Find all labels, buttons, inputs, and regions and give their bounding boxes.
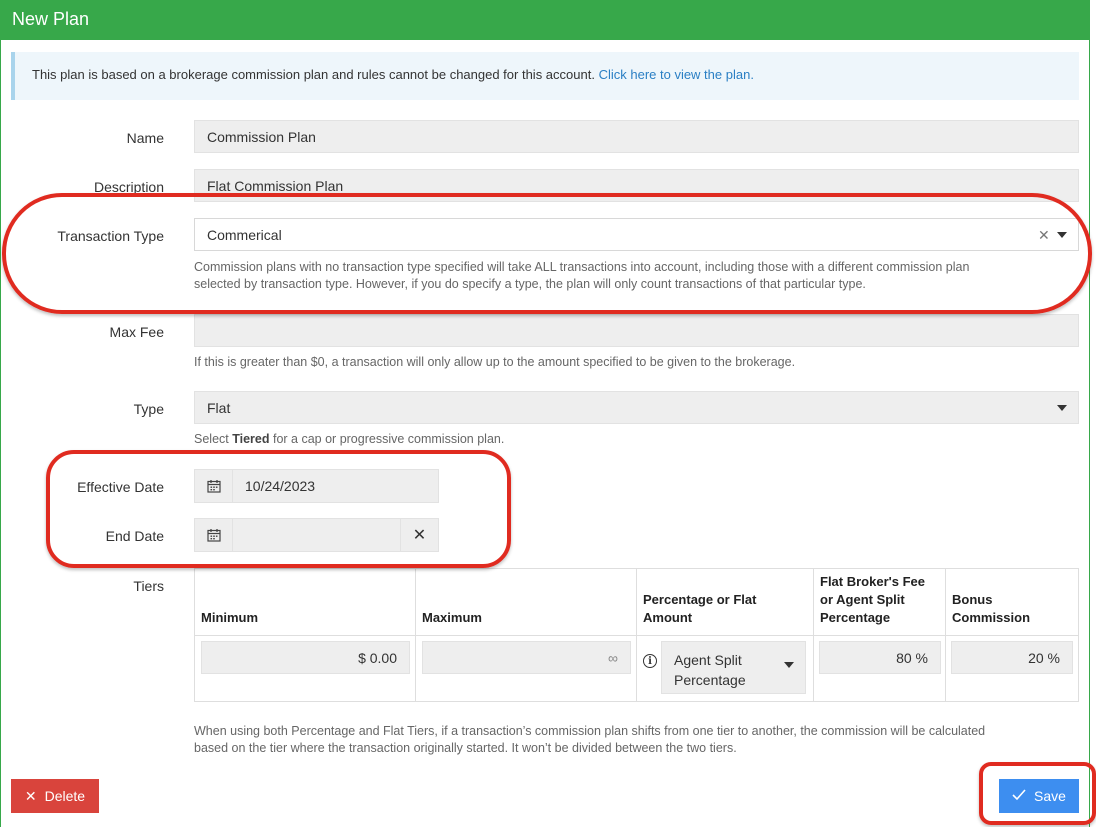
type-value: Flat	[207, 399, 231, 416]
end-date-label: End Date	[105, 528, 164, 544]
transaction-type-help: Commission plans with no transaction typ…	[194, 260, 970, 291]
info-icon[interactable]: i	[643, 654, 657, 668]
maximum-input[interactable]: ∞	[422, 641, 631, 674]
type-help: Select Tiered for a cap or progressive c…	[194, 432, 505, 446]
column-header-bonus-commission: Bonus Commission	[946, 569, 1078, 636]
tiers-table: Minimum Maximum Percentage or Flat Amount…	[194, 568, 1079, 702]
caret-down-icon[interactable]	[1057, 232, 1067, 238]
close-icon[interactable]: ✕	[400, 519, 438, 551]
minimum-input[interactable]: $ 0.00	[201, 641, 410, 674]
caret-down-icon[interactable]	[1057, 405, 1067, 411]
tiers-help: When using both Percentage and Flat Tier…	[194, 724, 986, 755]
modal-title: New Plan	[12, 9, 90, 29]
column-header-maximum: Maximum	[416, 569, 637, 636]
info-notice: This plan is based on a brokerage commis…	[11, 52, 1079, 100]
caret-down-icon	[784, 662, 794, 668]
description-field[interactable]: Flat Commission Plan	[194, 169, 1079, 202]
transaction-type-value: Commerical	[207, 226, 282, 243]
tiers-label: Tiers	[133, 578, 164, 594]
description-label: Description	[93, 179, 164, 195]
delete-button[interactable]: ✕ Delete	[11, 779, 99, 813]
effective-date-label: Effective Date	[77, 479, 164, 495]
effective-date-picker: 10/24/2023	[194, 469, 439, 503]
modal-frame	[0, 40, 1090, 827]
column-header-broker-fee: Flat Broker's Fee or Agent Split Percentag…	[814, 569, 946, 636]
check-icon	[1012, 788, 1026, 804]
table-row: $ 0.00	[195, 636, 416, 702]
percentage-or-flat-select[interactable]: Agent Split Percentage	[661, 641, 806, 694]
modal-header: New Plan	[0, 0, 1090, 40]
name-label: Name	[126, 130, 164, 146]
max-fee-field[interactable]	[194, 314, 1079, 347]
bonus-commission-input[interactable]: 20 %	[951, 641, 1073, 674]
notice-text: This plan is based on a brokerage commis…	[32, 67, 595, 82]
name-field[interactable]: Commission Plan	[194, 120, 1079, 153]
end-date-picker: ✕	[194, 518, 439, 552]
end-date-input[interactable]	[233, 519, 399, 551]
calendar-icon[interactable]	[195, 470, 233, 502]
column-header-minimum: Minimum	[195, 569, 416, 636]
effective-date-input[interactable]: 10/24/2023	[233, 470, 438, 502]
close-icon: ✕	[24, 787, 37, 804]
type-label: Type	[133, 401, 164, 417]
view-plan-link[interactable]: Click here to view the plan.	[599, 67, 754, 82]
close-icon[interactable]: ✕	[1038, 227, 1050, 244]
calendar-icon[interactable]	[195, 519, 233, 551]
column-header-percentage-or-flat: Percentage or Flat Amount	[637, 569, 814, 636]
max-fee-label: Max Fee	[109, 324, 164, 340]
broker-fee-input[interactable]: 80 %	[819, 641, 941, 674]
save-button[interactable]: Save	[999, 779, 1079, 813]
max-fee-help: If this is greater than $0, a transactio…	[194, 355, 796, 369]
type-select[interactable]: Flat	[194, 391, 1079, 424]
transaction-type-select[interactable]: Commerical	[194, 218, 1079, 251]
transaction-type-label: Transaction Type	[57, 228, 164, 244]
